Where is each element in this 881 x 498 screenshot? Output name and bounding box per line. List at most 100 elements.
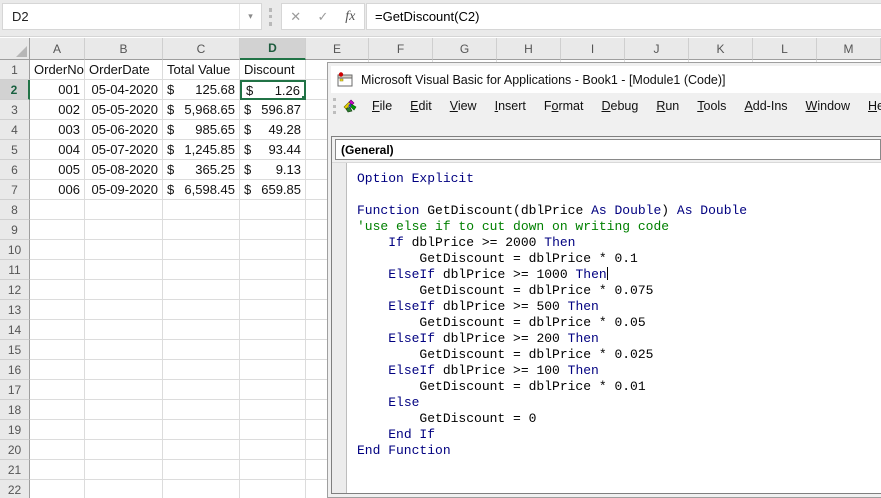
cell[interactable] <box>240 280 306 300</box>
row-header-9[interactable]: 9 <box>0 220 30 240</box>
cell[interactable] <box>30 300 85 320</box>
cell[interactable] <box>85 440 163 460</box>
menu-help[interactable]: Help <box>859 96 881 116</box>
cell[interactable] <box>85 240 163 260</box>
code-line-3[interactable]: Function GetDiscount(dblPrice As Double)… <box>357 203 881 219</box>
column-header-K[interactable]: K <box>689 38 753 60</box>
object-dropdown[interactable]: (General) <box>335 139 881 160</box>
row-header-20[interactable]: 20 <box>0 440 30 460</box>
cell[interactable]: Discount <box>240 60 306 80</box>
code-line-15[interactable]: Else <box>357 395 881 411</box>
cell[interactable] <box>163 300 240 320</box>
cell[interactable] <box>30 400 85 420</box>
cell[interactable]: $93.44 <box>240 140 306 160</box>
cell[interactable]: $125.68 <box>163 80 240 100</box>
cell[interactable] <box>240 460 306 480</box>
enter-icon[interactable]: ✓ <box>309 9 336 25</box>
cell[interactable]: 005 <box>30 160 85 180</box>
cell[interactable] <box>240 320 306 340</box>
column-header-F[interactable]: F <box>369 38 433 60</box>
cell[interactable] <box>85 280 163 300</box>
selected-cell-D2[interactable]: $1.26 <box>240 80 306 100</box>
cell[interactable]: 05-08-2020 <box>85 160 163 180</box>
cell[interactable]: $6,598.45 <box>163 180 240 200</box>
code-line-9[interactable]: ElseIf dblPrice >= 500 Then <box>357 299 881 315</box>
cell[interactable] <box>85 480 163 498</box>
cell[interactable]: $596.87 <box>240 100 306 120</box>
row-header-13[interactable]: 13 <box>0 300 30 320</box>
cell[interactable] <box>240 240 306 260</box>
cell[interactable] <box>30 460 85 480</box>
formula-bar[interactable]: =GetDiscount(C2) <box>366 3 881 30</box>
row-header-8[interactable]: 8 <box>0 200 30 220</box>
row-header-16[interactable]: 16 <box>0 360 30 380</box>
cell[interactable]: $365.25 <box>163 160 240 180</box>
row-header-12[interactable]: 12 <box>0 280 30 300</box>
vba-title-bar[interactable]: Microsoft Visual Basic for Applications … <box>331 66 881 93</box>
row-header-17[interactable]: 17 <box>0 380 30 400</box>
cell[interactable] <box>163 380 240 400</box>
cell[interactable] <box>163 260 240 280</box>
menu-addins[interactable]: Add-Ins <box>735 96 796 116</box>
row-header-19[interactable]: 19 <box>0 420 30 440</box>
cell[interactable] <box>30 380 85 400</box>
row-header-15[interactable]: 15 <box>0 340 30 360</box>
cell[interactable] <box>85 300 163 320</box>
cell[interactable] <box>163 400 240 420</box>
menu-view[interactable]: View <box>441 96 486 116</box>
code-line-17[interactable]: End If <box>357 427 881 443</box>
formula-text[interactable]: =GetDiscount(C2) <box>367 9 479 24</box>
column-header-A[interactable]: A <box>30 38 85 60</box>
cell[interactable] <box>30 200 85 220</box>
row-header-22[interactable]: 22 <box>0 480 30 498</box>
cell[interactable]: $9.13 <box>240 160 306 180</box>
cell[interactable] <box>240 400 306 420</box>
cell[interactable] <box>30 360 85 380</box>
menu-run[interactable]: Run <box>647 96 688 116</box>
row-header-2[interactable]: 2 <box>0 80 30 100</box>
name-box-dropdown-icon[interactable]: ▾ <box>239 4 261 29</box>
cell[interactable]: 006 <box>30 180 85 200</box>
code-line-6[interactable]: GetDiscount = dblPrice * 0.1 <box>357 251 881 267</box>
row-header-18[interactable]: 18 <box>0 400 30 420</box>
cell[interactable] <box>85 360 163 380</box>
code-line-5[interactable]: If dblPrice >= 2000 Then <box>357 235 881 251</box>
cell[interactable] <box>30 440 85 460</box>
cell[interactable] <box>85 200 163 220</box>
row-header-11[interactable]: 11 <box>0 260 30 280</box>
column-header-G[interactable]: G <box>433 38 497 60</box>
menu-insert[interactable]: Insert <box>486 96 535 116</box>
cell[interactable] <box>240 440 306 460</box>
cell[interactable]: OrderNo <box>30 60 85 80</box>
code-line-14[interactable]: GetDiscount = dblPrice * 0.01 <box>357 379 881 395</box>
vba-editor-window[interactable]: Microsoft Visual Basic for Applications … <box>327 62 881 498</box>
cell[interactable] <box>85 420 163 440</box>
cell[interactable] <box>30 340 85 360</box>
name-box-value[interactable]: D2 <box>3 9 239 24</box>
menu-file[interactable]: File <box>363 96 401 116</box>
cell[interactable]: 05-09-2020 <box>85 180 163 200</box>
cell[interactable] <box>163 460 240 480</box>
code-line-12[interactable]: GetDiscount = dblPrice * 0.025 <box>357 347 881 363</box>
cell[interactable] <box>240 200 306 220</box>
code-line-16[interactable]: GetDiscount = 0 <box>357 411 881 427</box>
cell[interactable]: $49.28 <box>240 120 306 140</box>
menu-edit[interactable]: Edit <box>401 96 441 116</box>
cell[interactable] <box>163 200 240 220</box>
column-header-B[interactable]: B <box>85 38 163 60</box>
cell[interactable]: OrderDate <box>85 60 163 80</box>
column-header-H[interactable]: H <box>497 38 561 60</box>
cell[interactable]: 002 <box>30 100 85 120</box>
cell[interactable] <box>240 220 306 240</box>
cell[interactable] <box>163 320 240 340</box>
code-line-11[interactable]: ElseIf dblPrice >= 200 Then <box>357 331 881 347</box>
code-line-13[interactable]: ElseIf dblPrice >= 100 Then <box>357 363 881 379</box>
cell[interactable]: 004 <box>30 140 85 160</box>
name-box[interactable]: D2 ▾ <box>2 3 262 30</box>
code-line-8[interactable]: GetDiscount = dblPrice * 0.075 <box>357 283 881 299</box>
cell[interactable] <box>85 460 163 480</box>
row-header-4[interactable]: 4 <box>0 120 30 140</box>
column-header-E[interactable]: E <box>306 38 369 60</box>
cell[interactable]: 001 <box>30 80 85 100</box>
cell[interactable] <box>30 220 85 240</box>
